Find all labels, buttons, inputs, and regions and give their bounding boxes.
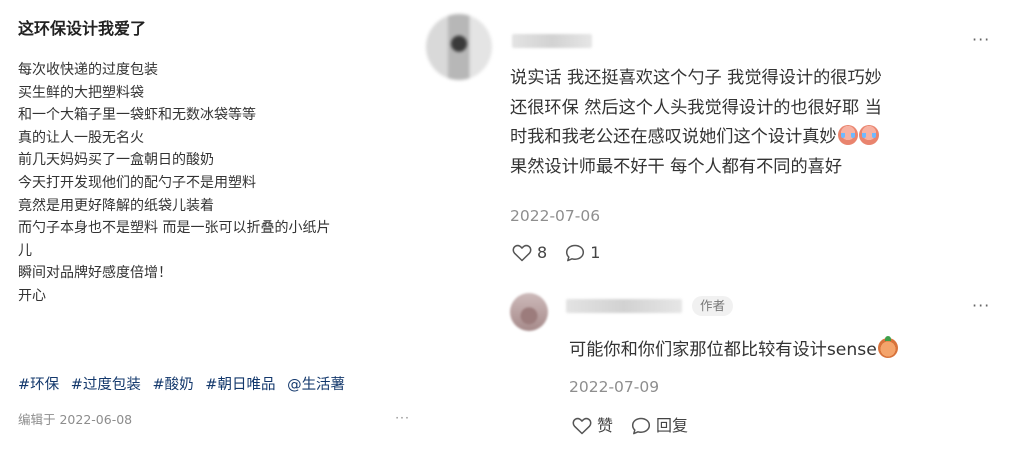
comment-actions: 8 1: [512, 243, 612, 263]
reply-more-button[interactable]: ···: [972, 298, 990, 314]
post-tags: #环保 #过度包装 #酸奶 #朝日唯品 @生活薯: [18, 374, 352, 396]
comment-line: 果然设计师最不好干 每个人都有不同的喜好: [510, 156, 843, 177]
crying-face-emoji: [858, 125, 879, 145]
post-title: 这环保设计我爱了: [18, 19, 147, 38]
reply-author-name-blurred[interactable]: [566, 299, 682, 313]
comment-more-button[interactable]: ···: [972, 32, 990, 48]
tag-link[interactable]: #酸奶: [153, 377, 194, 393]
reply-text: 可能你和你们家那位都比较有设计sense: [569, 336, 989, 364]
like-button[interactable]: 8: [512, 243, 547, 263]
comment-bubble-icon: [566, 244, 585, 262]
peach-face-emoji: [877, 336, 898, 358]
heart-icon: [572, 417, 592, 435]
mention-link[interactable]: @生活薯: [287, 377, 345, 393]
author-badge: 作者: [692, 296, 734, 316]
post-body: 每次收快递的过度包装 买生鲜的大把塑料袋 和一个大箱子里一袋虾和无数冰袋等等 真…: [18, 59, 413, 308]
edited-date: 编辑于 2022-06-08: [18, 412, 133, 427]
commenter-name-blurred[interactable]: [512, 34, 592, 48]
post-body-line: 瞬间对品牌好感度倍增！: [18, 265, 172, 282]
post-body-line: 和一个大箱子里一袋虾和无数冰袋等等: [18, 107, 256, 124]
reply-like-button[interactable]: 赞: [572, 416, 613, 436]
reply-count: 1: [590, 243, 601, 262]
like-label: 赞: [597, 416, 614, 435]
comment-text: 说实话 我还挺喜欢这个勺子 我觉得设计的很巧妙 还很环保 然后这个人头我觉得设计…: [510, 64, 975, 182]
post-footer: 编辑于 2022-06-08 ···: [18, 409, 410, 429]
post-body-line: 真的让人一股无名火: [18, 129, 144, 146]
comment-bubble-icon: [631, 417, 651, 435]
reply-button[interactable]: 1: [565, 243, 600, 263]
like-count: 8: [537, 243, 548, 262]
tag-link[interactable]: #朝日唯品: [205, 377, 275, 393]
comment-line: 还很环保 然后这个人头我觉得设计的也很好耶 当: [510, 97, 882, 118]
post-body-line: 开心: [18, 287, 46, 304]
reply-avatar[interactable]: [510, 293, 548, 331]
tag-link[interactable]: #环保: [18, 377, 59, 393]
reply-date: 2022-07-09: [569, 378, 660, 396]
post-body-line: 前几天妈妈买了一盒朝日的酸奶: [18, 152, 214, 169]
reply-label: 回复: [656, 416, 689, 435]
comment-line-with-emoji: 时我和我老公还在感叹说她们这个设计真妙: [510, 123, 975, 153]
post-more-button[interactable]: ···: [395, 409, 410, 427]
post-body-line: 而勺子本身也不是塑料 而是一张可以折叠的小纸片: [18, 220, 331, 237]
post-body-line: 竟然是用更好降解的纸袋儿装着: [18, 197, 214, 214]
comment-date: 2022-07-06: [510, 207, 601, 225]
crying-face-emoji: [837, 125, 858, 145]
post-body-line: 买生鲜的大把塑料袋: [18, 84, 144, 101]
post-body-line: 儿: [18, 242, 32, 259]
post-body-line: 每次收快递的过度包装: [18, 62, 158, 78]
post-body-line: 今天打开发现他们的配勺子不是用塑料: [18, 174, 256, 191]
post-panel: 这环保设计我爱了 每次收快递的过度包装 买生鲜的大把塑料袋 和一个大箱子里一袋虾…: [0, 0, 420, 460]
heart-icon: [512, 244, 532, 262]
comment-line: 说实话 我还挺喜欢这个勺子 我觉得设计的很巧妙: [510, 68, 882, 88]
reply-reply-button[interactable]: 回复: [631, 416, 688, 436]
reply-actions: 赞 回复: [572, 416, 700, 436]
avatar[interactable]: [426, 14, 492, 80]
tag-link[interactable]: #过度包装: [71, 377, 141, 393]
